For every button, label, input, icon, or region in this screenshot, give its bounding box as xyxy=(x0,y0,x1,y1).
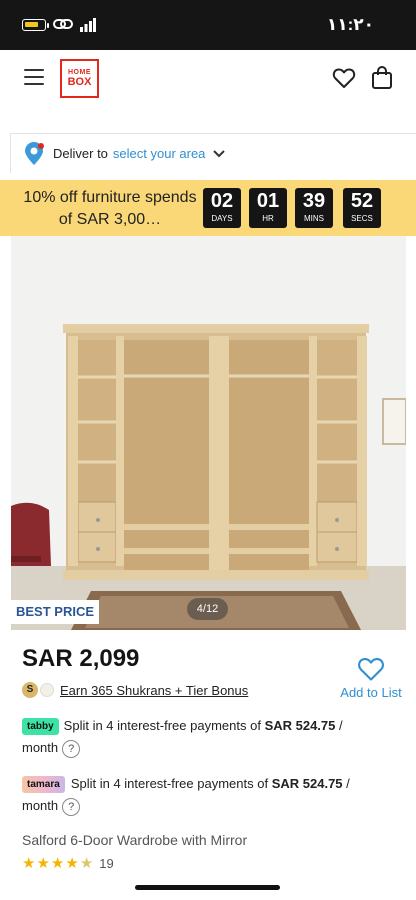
countdown-days: 02 DAYS xyxy=(203,188,241,228)
star-icon: ★ xyxy=(36,855,50,872)
product-image-gallery[interactable] xyxy=(11,236,406,630)
chevron-down-icon[interactable] xyxy=(213,149,226,158)
shukran-rewards[interactable]: S Earn 365 Shukrans + Tier Bonus xyxy=(22,682,248,698)
info-question-icon[interactable]: ? xyxy=(62,740,81,758)
link-icon xyxy=(53,19,73,29)
image-pager: 4/12 xyxy=(187,598,228,620)
delivery-location-bar[interactable]: Deliver to select your area xyxy=(10,133,416,173)
app-header: HOME BOX xyxy=(0,50,416,110)
countdown-seconds: 52 SECS xyxy=(343,188,381,228)
home-indicator[interactable] xyxy=(135,885,280,890)
status-bar: ١١:٢٠ xyxy=(0,0,416,50)
battery-icon xyxy=(22,19,46,31)
homebox-logo[interactable]: HOME BOX xyxy=(60,59,99,98)
menu-icon[interactable] xyxy=(24,69,44,85)
tamara-installments: tamara Split in 4 interest-free payments … xyxy=(22,773,382,817)
clock: ١١:٢٠ xyxy=(326,15,374,34)
add-to-list-button[interactable]: Add to List xyxy=(336,656,406,700)
tabby-badge: tabby xyxy=(22,718,59,735)
half-star-icon: ★ xyxy=(79,855,94,872)
tamara-badge: tamara xyxy=(22,776,65,793)
product-rating[interactable]: ★ ★ ★ ★ ★ 19 xyxy=(22,854,114,872)
shukran-coin-icon: S xyxy=(22,682,38,698)
countdown-minutes: 39 MINS xyxy=(295,188,333,228)
add-to-list-label: Add to List xyxy=(340,685,402,700)
tier-bonus-icon xyxy=(40,683,54,697)
info-question-icon[interactable]: ? xyxy=(62,798,81,816)
star-icon: ★ xyxy=(22,855,36,872)
shukran-text[interactable]: Earn 365 Shukrans + Tier Bonus xyxy=(60,683,248,698)
rating-count: 19 xyxy=(99,855,114,871)
wishlist-heart-icon[interactable] xyxy=(332,67,356,89)
location-pin-icon xyxy=(25,141,44,165)
product-price: SAR 2,099 xyxy=(22,645,140,672)
signal-icon xyxy=(80,18,96,32)
heart-outline-icon xyxy=(358,658,384,681)
product-title: Salford 6-Door Wardrobe with Mirror xyxy=(22,832,248,848)
deliver-to-label: Deliver to xyxy=(53,146,108,161)
star-icon: ★ xyxy=(50,855,65,872)
countdown-hours: 01 HR xyxy=(249,188,287,228)
star-icon: ★ xyxy=(65,855,79,872)
select-area-link[interactable]: select your area xyxy=(113,146,206,161)
promo-text: 10% off furniture spends of SAR 3,00… xyxy=(23,189,197,228)
tabby-installments: tabby Split in 4 interest-free payments o… xyxy=(22,715,382,759)
cart-bag-icon[interactable] xyxy=(371,66,393,90)
wardrobe-image xyxy=(11,236,406,630)
best-price-badge: BEST PRICE xyxy=(11,600,99,624)
